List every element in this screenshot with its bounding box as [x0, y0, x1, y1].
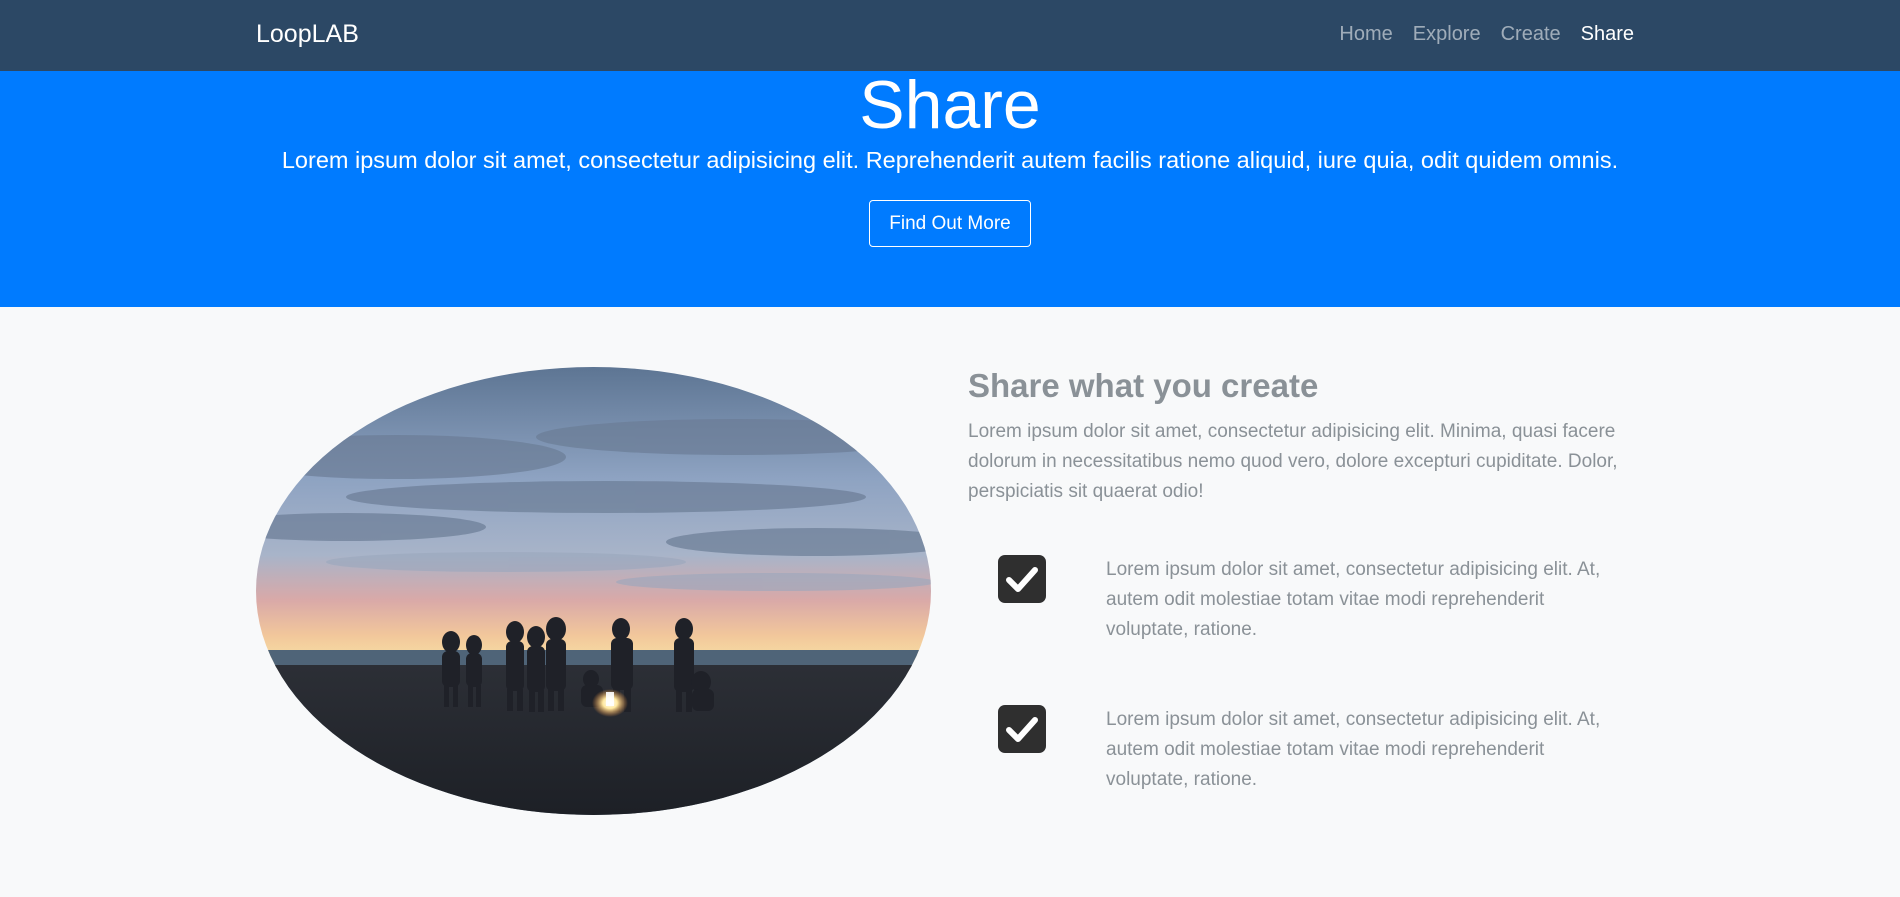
share-section: Share what you create Lorem ipsum dolor …	[0, 307, 1900, 897]
navbar: LoopLAB Home Explore Create Share	[0, 0, 1900, 71]
hero-banner: Share Lorem ipsum dolor sit amet, consec…	[0, 67, 1900, 307]
hero-subtitle: Lorem ipsum dolor sit amet, consectetur …	[281, 147, 1619, 173]
feature-text: Lorem ipsum dolor sit amet, consectetur …	[1106, 559, 1601, 640]
checkbox-checked-icon	[998, 705, 1046, 753]
section-title: Share what you create	[968, 367, 1319, 404]
feature-text: Lorem ipsum dolor sit amet, consectetur …	[1106, 709, 1601, 790]
nav-links: Home Explore Create Share	[1339, 23, 1634, 46]
section-description: Lorem ipsum dolor sit amet, consectetur …	[968, 421, 1618, 502]
nav-link-create[interactable]: Create	[1501, 23, 1561, 46]
campfire-beach-photo	[256, 367, 931, 815]
brand-logo[interactable]: LoopLAB	[256, 20, 359, 49]
hero-title: Share	[859, 67, 1041, 143]
nav-link-explore[interactable]: Explore	[1413, 23, 1481, 46]
checkbox-checked-icon	[998, 555, 1046, 603]
feature-item: Lorem ipsum dolor sit amet, consectetur …	[998, 555, 1628, 655]
feature-item: Lorem ipsum dolor sit amet, consectetur …	[998, 705, 1628, 805]
find-out-more-button[interactable]: Find Out More	[869, 200, 1031, 247]
nav-link-home[interactable]: Home	[1339, 23, 1392, 46]
nav-link-share[interactable]: Share	[1581, 23, 1634, 46]
